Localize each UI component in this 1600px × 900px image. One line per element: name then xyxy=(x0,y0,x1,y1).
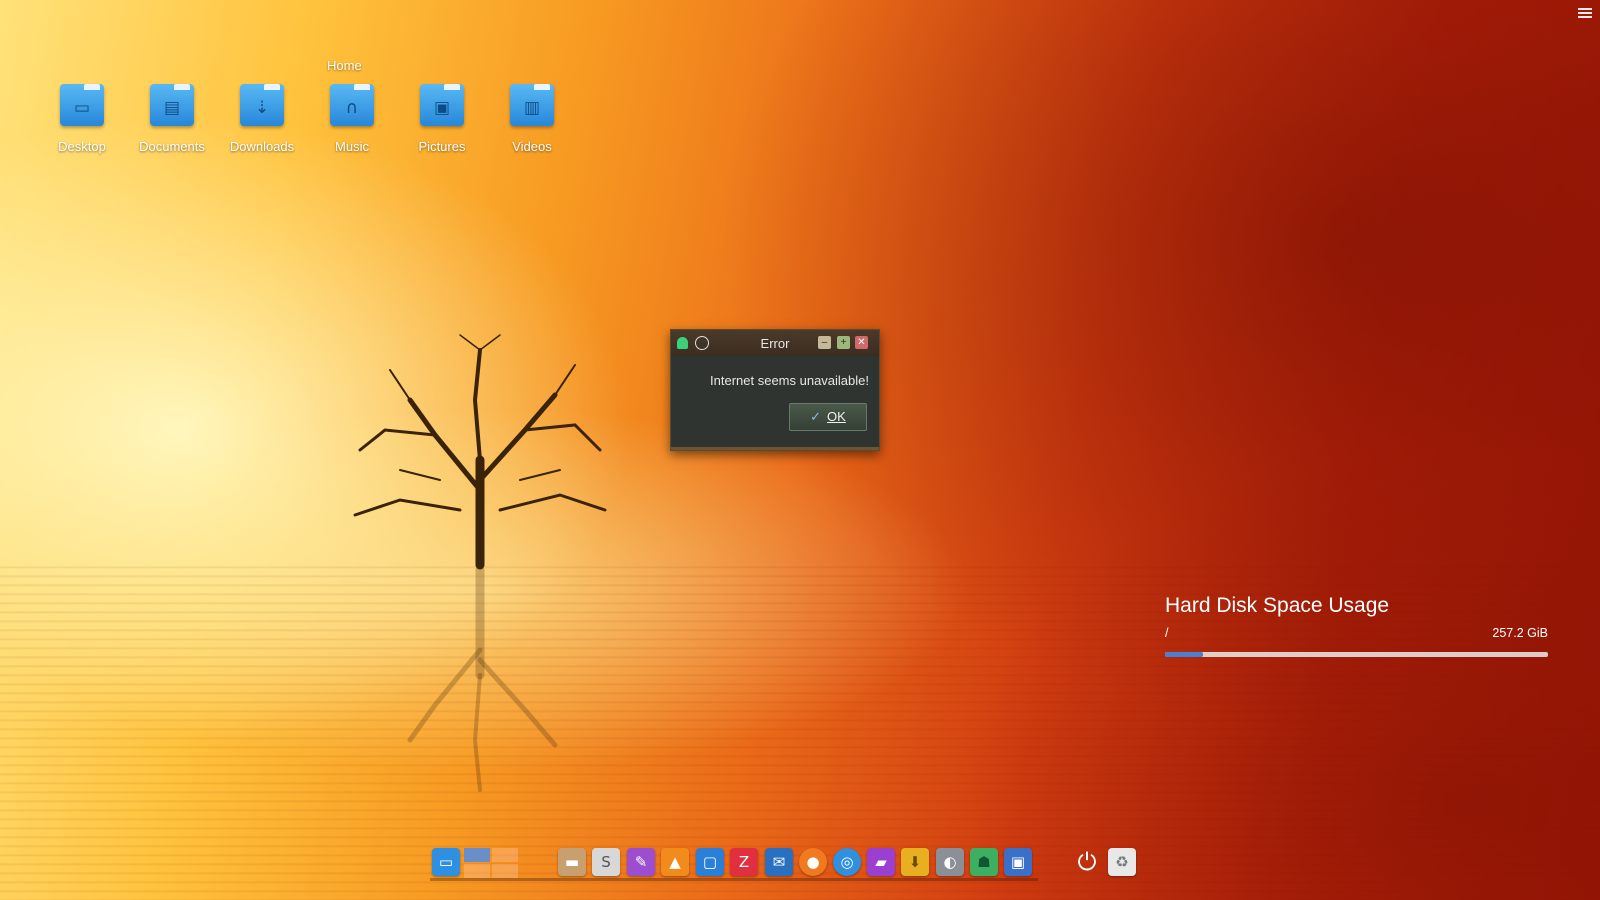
workspace-2[interactable] xyxy=(492,848,518,862)
music-folder-icon: ∩ xyxy=(345,98,359,118)
workspace-1[interactable] xyxy=(464,848,490,862)
paint-brush-icon[interactable]: ✎ xyxy=(627,848,655,876)
ok-button[interactable]: ✓ OK xyxy=(789,403,867,431)
dock-shelf xyxy=(430,878,1038,881)
documents-folder-icon: ▤ xyxy=(163,98,181,118)
dialog-bottom-border xyxy=(671,447,879,450)
desktop-icon-pictures[interactable]: ▣ Pictures xyxy=(397,84,487,154)
tree-silhouette xyxy=(353,334,607,792)
vlc-cone-icon[interactable]: ▲ xyxy=(661,848,689,876)
desktop-icon-label: Desktop xyxy=(58,139,106,154)
desktop-icon-videos[interactable]: ▥ Videos xyxy=(487,84,577,154)
desktop-icon-music[interactable]: ∩ Music xyxy=(307,84,397,154)
dock: ▭ ▬ S ✎ ▲ ▢ Z ✉ ● ◎ ▰ ⬇ ◐ ☗ ▣ ⏻ ♻ xyxy=(430,843,1150,883)
toggle-settings-icon[interactable]: ◐ xyxy=(936,848,964,876)
hdd-usage-fill xyxy=(1165,652,1204,657)
desktop-icon-documents[interactable]: ▤ Documents xyxy=(127,84,217,154)
home-group-label: Home xyxy=(327,58,362,73)
workspace-4[interactable] xyxy=(492,864,518,878)
desktop-icon-label: Videos xyxy=(512,139,552,154)
checkmark-icon: ✓ xyxy=(810,409,822,424)
error-dialog: Error – + ✕ Internet seems unavailable! … xyxy=(670,329,880,451)
download-manager-icon[interactable]: ⬇ xyxy=(901,848,929,876)
trash-icon[interactable]: ♻ xyxy=(1108,848,1136,876)
hdd-usage-bar xyxy=(1165,652,1548,657)
desktop-folder-icon: ▭ xyxy=(73,98,91,118)
hdd-mount-point: / xyxy=(1165,626,1169,640)
hdd-usage-widget: Hard Disk Space Usage / 257.2 GiB xyxy=(1165,594,1548,657)
ok-button-label: OK xyxy=(827,409,846,424)
dialog-message: Internet seems unavailable! xyxy=(710,373,869,388)
downloads-folder-icon: ⇣ xyxy=(254,98,270,118)
desktop-icon-desktop[interactable]: ▭ Desktop xyxy=(37,84,127,154)
hdd-widget-title: Hard Disk Space Usage xyxy=(1165,594,1390,617)
chat-icon[interactable]: ▰ xyxy=(867,848,895,876)
workspace-3[interactable] xyxy=(464,864,490,878)
show-desktop-icon[interactable]: ▭ xyxy=(432,848,460,876)
desktop-icon-downloads[interactable]: ⇣ Downloads xyxy=(217,84,307,154)
maximize-button[interactable]: + xyxy=(837,336,850,349)
pictures-folder-icon: ▣ xyxy=(433,98,451,118)
desktop-icon-label: Documents xyxy=(139,139,205,154)
desktop-icon-label: Music xyxy=(335,139,369,154)
firefox-icon[interactable]: ● xyxy=(799,848,827,876)
hdd-total-size: 257.2 GiB xyxy=(1492,626,1548,640)
mail-icon[interactable]: ✉ xyxy=(765,848,793,876)
ghost-app-icon[interactable]: ☗ xyxy=(970,848,998,876)
desktop: Home ▭ Desktop ▤ Documents ⇣ Downloads ∩… xyxy=(0,0,1600,900)
desktop-icon-label: Downloads xyxy=(229,139,295,154)
filezilla-icon[interactable]: Z xyxy=(730,848,758,876)
dialog-titlebar[interactable]: Error – + ✕ xyxy=(671,330,879,356)
text-editor-icon[interactable]: S xyxy=(592,848,620,876)
desktop-icon-label: Pictures xyxy=(418,139,466,154)
software-center-icon[interactable]: ▢ xyxy=(696,848,724,876)
screenshot-icon[interactable]: ▣ xyxy=(1004,848,1032,876)
browser-icon[interactable]: ◎ xyxy=(833,848,861,876)
videos-folder-icon: ▥ xyxy=(523,98,541,118)
menu-hamburger-icon[interactable] xyxy=(1578,6,1592,20)
file-manager-icon[interactable]: ▬ xyxy=(558,848,586,876)
minimize-button[interactable]: – xyxy=(818,336,831,349)
close-button[interactable]: ✕ xyxy=(855,336,868,349)
workspace-pager[interactable] xyxy=(464,848,518,878)
power-icon[interactable]: ⏻ xyxy=(1073,848,1101,876)
